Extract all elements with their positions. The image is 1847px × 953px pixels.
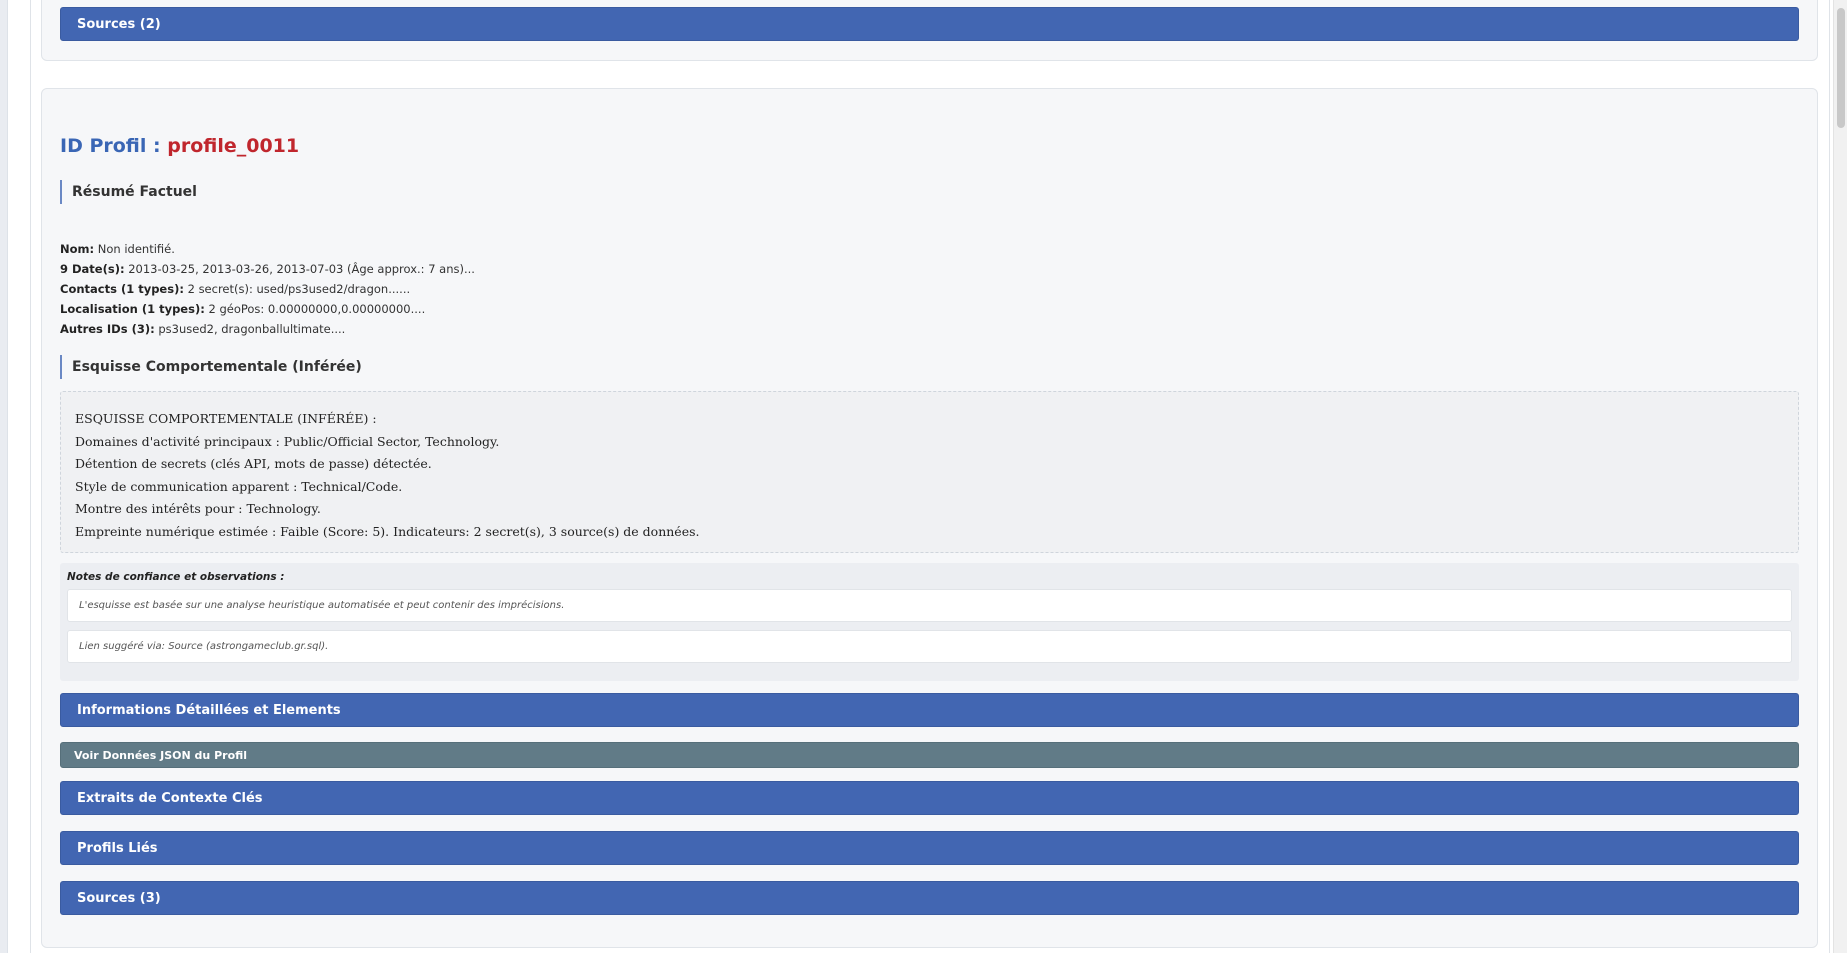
- fact-contacts: Contacts (1 types): 2 secret(s): used/ps…: [60, 282, 411, 296]
- sketch-line: Style de communication apparent : Techni…: [75, 478, 403, 494]
- profile-id-heading: ID Profil : profile_0011: [60, 135, 299, 157]
- scrollbar-thumb[interactable]: [1837, 8, 1845, 128]
- details-toggle-button[interactable]: Informations Détaillées et Elements: [60, 693, 1799, 727]
- profile-id-value: profile_0011: [167, 135, 300, 157]
- fact-other-ids: Autres IDs (3): ps3used2, dragonballulti…: [60, 322, 346, 336]
- sketch-line: Empreinte numérique estimée : Faible (Sc…: [75, 523, 700, 539]
- profile-id-label: ID Profil :: [60, 135, 168, 157]
- sketch-line: ESQUISSE COMPORTEMENTALE (INFÉRÉE) :: [75, 411, 377, 426]
- confidence-notes: Notes de confiance et observations : L'e…: [60, 563, 1799, 681]
- behavioral-sketch-heading: Esquisse Comportementale (Inférée): [60, 355, 362, 379]
- previous-profile-card: Sources (2): [41, 0, 1818, 61]
- profile-card: ID Profil : profile_0011 Résumé Factuel …: [41, 88, 1818, 948]
- sketch-line: Montre des intérêts pour : Technology.: [75, 501, 321, 516]
- view-json-button[interactable]: Voir Données JSON du Profil: [60, 742, 1799, 768]
- facts-list: Nom: Non identifié. 9 Date(s): 2013-03-2…: [60, 239, 475, 339]
- sketch-line: Détention de secrets (clés API, mots de …: [75, 456, 432, 471]
- behavioral-sketch-box: ESQUISSE COMPORTEMENTALE (INFÉRÉE) : Dom…: [60, 391, 1799, 553]
- linked-profiles-toggle-button[interactable]: Profils Liés: [60, 831, 1799, 865]
- note-item: Lien suggéré via: Source (astrongameclub…: [67, 630, 1792, 663]
- factual-summary-heading: Résumé Factuel: [60, 180, 197, 204]
- sources-toggle-button[interactable]: Sources (2): [60, 7, 1799, 41]
- fact-dates: 9 Date(s): 2013-03-25, 2013-03-26, 2013-…: [60, 262, 475, 276]
- context-extracts-toggle-button[interactable]: Extraits de Contexte Clés: [60, 781, 1799, 815]
- fact-location: Localisation (1 types): 2 géoPos: 0.0000…: [60, 302, 426, 316]
- sketch-line: Domaines d'activité principaux : Public/…: [75, 433, 500, 449]
- left-rail: [0, 0, 8, 953]
- fact-name: Nom: Non identifié.: [60, 242, 175, 256]
- note-item: L'esquisse est basée sur une analyse heu…: [67, 589, 1792, 622]
- vertical-scrollbar[interactable]: [1833, 0, 1847, 953]
- sources-toggle-button[interactable]: Sources (3): [60, 881, 1799, 915]
- page: Sources (2) ID Profil : profile_0011 Rés…: [0, 0, 1847, 953]
- notes-title: Notes de confiance et observations :: [67, 571, 285, 583]
